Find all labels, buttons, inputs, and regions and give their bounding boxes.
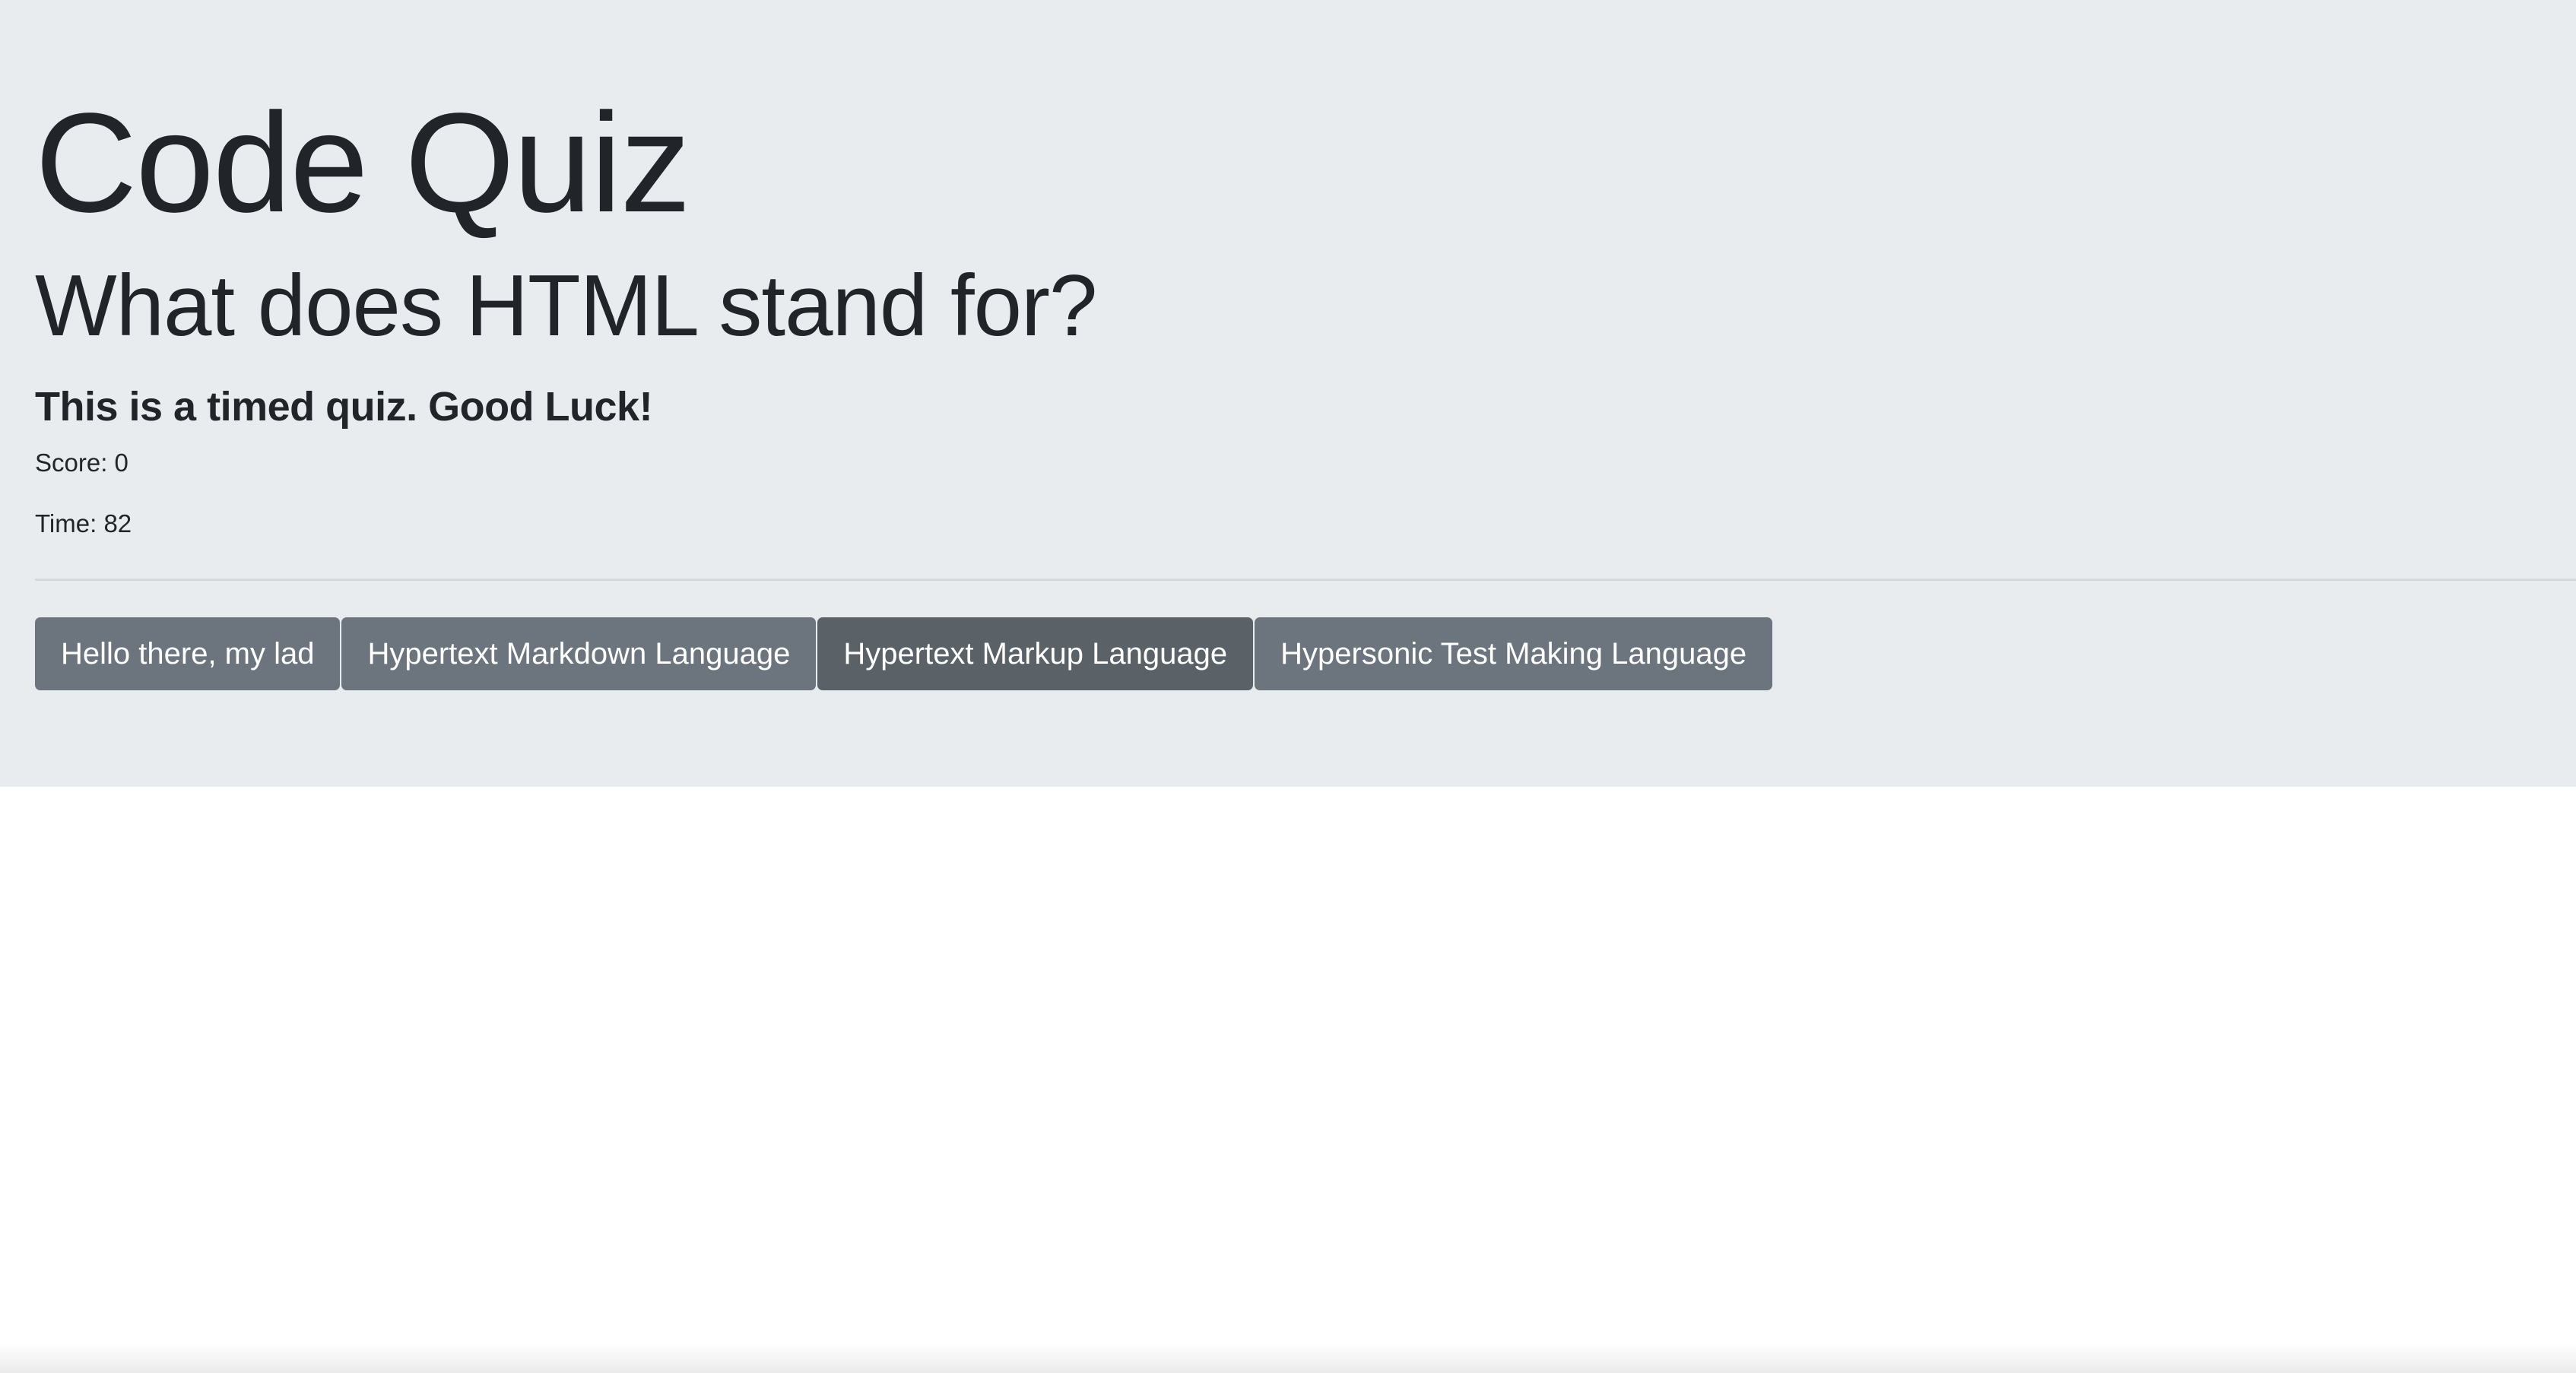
answer-button-4[interactable]: Hypersonic Test Making Language — [1255, 617, 1773, 690]
timer-display: Time: 82 — [35, 509, 132, 537]
answer-buttons: Hello there, my lad Hypertext Markdown L… — [35, 617, 1773, 690]
answer-button-1[interactable]: Hello there, my lad — [35, 617, 341, 690]
question-text: What does HTML stand for? — [35, 258, 1097, 354]
bottom-edge-shadow — [0, 1343, 2576, 1373]
app-title: Code Quiz — [35, 84, 691, 242]
score-display: Score: 0 — [35, 449, 128, 477]
answer-button-2[interactable]: Hypertext Markdown Language — [341, 617, 817, 690]
divider — [35, 579, 2576, 581]
quiz-instructions: This is a timed quiz. Good Luck! — [35, 384, 653, 430]
answer-button-3[interactable]: Hypertext Markup Language — [817, 617, 1254, 690]
quiz-jumbotron: Code Quiz What does HTML stand for? This… — [0, 0, 2576, 787]
